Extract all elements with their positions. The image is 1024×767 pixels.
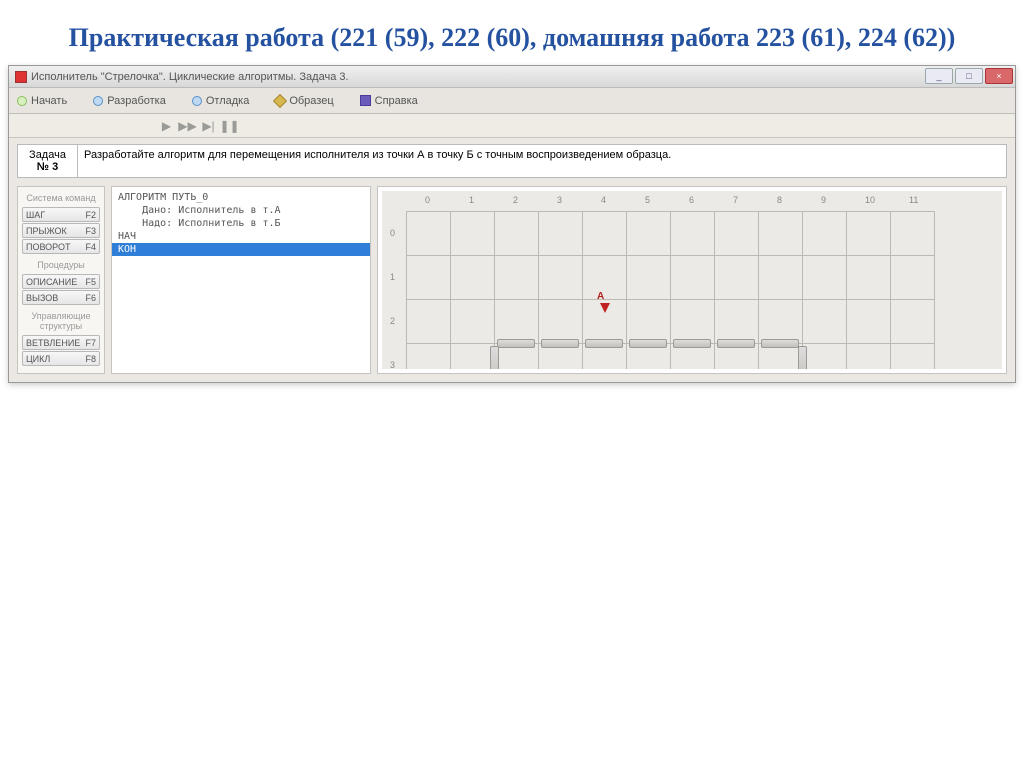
play-button[interactable]: ▶ bbox=[159, 119, 174, 133]
skip-button[interactable]: ▶| bbox=[201, 119, 216, 133]
row-label: 3 bbox=[390, 360, 395, 369]
grid-canvas: А Б 0123456789101101234567891011 bbox=[382, 191, 1002, 369]
row-label: 1 bbox=[390, 272, 395, 282]
wall-segment bbox=[798, 346, 807, 369]
grid-panel[interactable]: А Б 0123456789101101234567891011 bbox=[377, 186, 1007, 374]
cmd-step[interactable]: ШАГF2 bbox=[22, 207, 100, 222]
col-label: 6 bbox=[689, 195, 694, 205]
menu-sample[interactable]: Образец bbox=[275, 95, 333, 107]
maximize-button[interactable]: □ bbox=[955, 68, 983, 84]
algo-line: Дано: Исполнитель в т.А bbox=[112, 204, 370, 217]
col-label: 1 bbox=[469, 195, 474, 205]
wall-segment bbox=[497, 339, 535, 348]
cmd-describe[interactable]: ОПИСАНИЕF5 bbox=[22, 274, 100, 289]
pause-button[interactable]: ❚❚ bbox=[222, 119, 237, 133]
menu-help[interactable]: Справка bbox=[360, 95, 418, 107]
menu-start[interactable]: Начать bbox=[17, 95, 67, 107]
fast-forward-button[interactable]: ▶▶ bbox=[180, 119, 195, 133]
workarea: Система команд ШАГF2 ПРЫЖОКF3 ПОВОРОТF4 … bbox=[9, 184, 1015, 382]
dev-icon bbox=[93, 96, 103, 106]
point-a-label: А bbox=[597, 291, 604, 302]
wall-segment bbox=[717, 339, 755, 348]
help-icon bbox=[360, 95, 371, 106]
col-label: 10 bbox=[865, 195, 875, 205]
wall-segment bbox=[629, 339, 667, 348]
wall-segment bbox=[761, 339, 799, 348]
col-label: 0 bbox=[425, 195, 430, 205]
close-button[interactable]: × bbox=[985, 68, 1013, 84]
task-bar: Задача № 3 Разработайте алгоритм для пер… bbox=[17, 144, 1007, 178]
task-label: Задача № 3 bbox=[18, 145, 78, 177]
command-panel: Система команд ШАГF2 ПРЫЖОКF3 ПОВОРОТF4 … bbox=[17, 186, 105, 374]
algorithm-editor[interactable]: АЛГОРИТМ ПУТЬ_0 Дано: Исполнитель в т.А … bbox=[111, 186, 371, 374]
app-window: Исполнитель "Стрелочка". Циклические алг… bbox=[8, 65, 1016, 383]
slide-title: Практическая работа (221 (59), 222 (60),… bbox=[0, 0, 1024, 65]
col-label: 7 bbox=[733, 195, 738, 205]
debug-icon bbox=[192, 96, 202, 106]
sample-icon bbox=[273, 94, 287, 108]
executor-arrow-icon bbox=[600, 303, 610, 313]
cmd-loop[interactable]: ЦИКЛF8 bbox=[22, 351, 100, 366]
cmd-branch[interactable]: ВЕТВЛЕНИЕF7 bbox=[22, 335, 100, 350]
algo-line: АЛГОРИТМ ПУТЬ_0 bbox=[112, 191, 370, 204]
cmd-call[interactable]: ВЫЗОВF6 bbox=[22, 290, 100, 305]
minimize-button[interactable]: _ bbox=[925, 68, 953, 84]
col-label: 2 bbox=[513, 195, 518, 205]
start-icon bbox=[17, 96, 27, 106]
col-label: 11 bbox=[909, 195, 918, 205]
col-label: 9 bbox=[821, 195, 826, 205]
row-label: 2 bbox=[390, 316, 395, 326]
row-label: 0 bbox=[390, 228, 395, 238]
wall-segment bbox=[673, 339, 711, 348]
menu-debug[interactable]: Отладка bbox=[192, 95, 249, 107]
algo-line: НАЧ bbox=[112, 230, 370, 243]
algo-line-selected[interactable]: КОН bbox=[112, 243, 370, 256]
sec-system: Система команд bbox=[22, 193, 100, 203]
algo-line: Надо: Исполнитель в т.Б bbox=[112, 217, 370, 230]
col-label: 3 bbox=[557, 195, 562, 205]
wall-segment bbox=[585, 339, 623, 348]
cmd-jump[interactable]: ПРЫЖОКF3 bbox=[22, 223, 100, 238]
wall-segment bbox=[490, 346, 499, 369]
task-text: Разработайте алгоритм для перемещения ис… bbox=[78, 145, 1006, 177]
sec-ctrl: Управляющие структуры bbox=[22, 311, 100, 331]
wall-segment bbox=[541, 339, 579, 348]
sec-proc: Процедуры bbox=[22, 260, 100, 270]
window-title: Исполнитель "Стрелочка". Циклические алг… bbox=[31, 71, 349, 83]
col-label: 5 bbox=[645, 195, 650, 205]
cmd-turn[interactable]: ПОВОРОТF4 bbox=[22, 239, 100, 254]
col-label: 8 bbox=[777, 195, 782, 205]
col-label: 4 bbox=[601, 195, 606, 205]
menubar: Начать Разработка Отладка Образец Справк… bbox=[9, 88, 1015, 114]
playbar: ▶ ▶▶ ▶| ❚❚ bbox=[9, 114, 1015, 138]
menu-dev[interactable]: Разработка bbox=[93, 95, 166, 107]
app-icon bbox=[15, 71, 27, 83]
titlebar[interactable]: Исполнитель "Стрелочка". Циклические алг… bbox=[9, 66, 1015, 88]
